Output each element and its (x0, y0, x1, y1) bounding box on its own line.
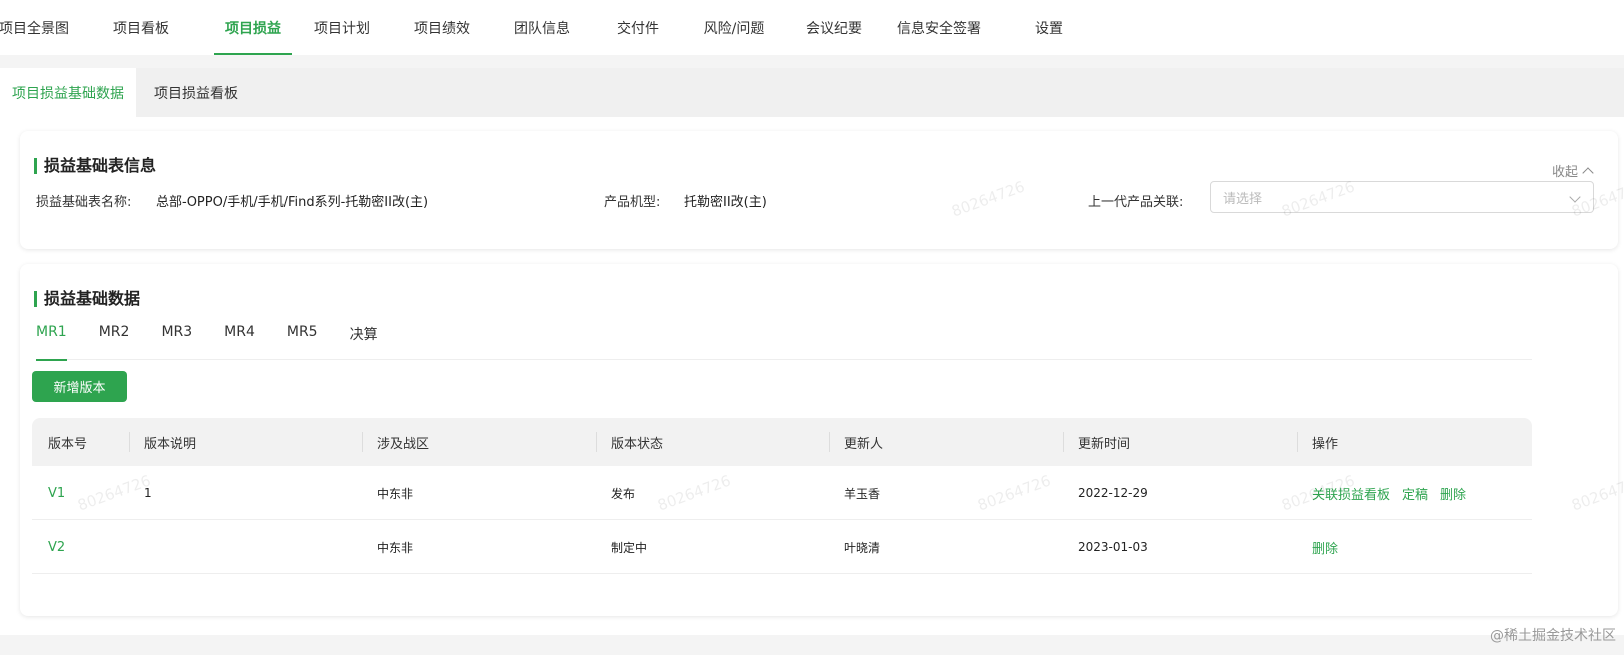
column-divider (829, 432, 830, 452)
mr-tabs: MR1 MR2 MR3 MR4 MR5 决算 (36, 320, 1532, 361)
nav-item-security[interactable]: 信息安全签署 (884, 0, 994, 55)
sub-tabs: 项目损益基础数据 项目损益看板 (0, 68, 1624, 117)
nav-item-overview[interactable]: 项目全景图 (0, 0, 69, 55)
chevron-down-icon (1569, 191, 1581, 203)
nav-item-profit-loss[interactable]: 项目损益 (214, 0, 292, 55)
chevron-up-icon (1582, 166, 1594, 179)
product-model-value: 托勒密II改(主) (684, 195, 767, 210)
prev-product-label: 上一代产品关联: (1088, 195, 1184, 210)
link-dashboard-link[interactable]: 关联损益看板 (1312, 484, 1390, 503)
column-divider (362, 432, 363, 452)
updater-cell: 羊玉香 (844, 486, 881, 501)
add-version-button[interactable]: 新增版本 (32, 371, 127, 402)
updater-cell: 叶晓清 (844, 540, 881, 555)
nav-item-team[interactable]: 团队信息 (492, 0, 592, 55)
column-divider (1063, 432, 1064, 452)
product-model-label: 产品机型: (604, 195, 661, 210)
col-actions: 操作 (1312, 436, 1339, 452)
delete-link[interactable]: 删除 (1312, 538, 1338, 557)
data-card: 损益基础数据 MR1 MR2 MR3 MR4 MR5 决算 新增版本 版本号 版… (20, 264, 1618, 616)
col-update-time: 更新时间 (1078, 436, 1131, 452)
subtab-basic-data[interactable]: 项目损益基础数据 (0, 68, 136, 117)
column-divider (1297, 432, 1298, 452)
top-navigation: 项目全景图 项目看板 项目损益 项目计划 项目绩效 团队信息 交付件 风险/问题… (0, 0, 1624, 55)
table-header: 版本号 版本说明 涉及战区 版本状态 更新人 更新时间 操作 (32, 418, 1532, 466)
version-link[interactable]: V2 (48, 520, 65, 574)
column-divider (596, 432, 597, 452)
column-divider (129, 432, 130, 452)
status-cell: 制定中 (611, 540, 648, 555)
info-card-title: 损益基础表信息 (34, 157, 156, 175)
nav-item-meetings[interactable]: 会议纪要 (784, 0, 884, 55)
nav-item-settings[interactable]: 设置 (994, 0, 1104, 55)
footer-credit: @稀土掘金技术社区 (1490, 628, 1616, 644)
collapse-label: 收起 (1551, 165, 1578, 180)
version-description: 1 (144, 486, 152, 500)
table-name-value: 总部-OPPO/手机/手机/Find系列-托勒密II改(主) (156, 195, 429, 210)
version-link[interactable]: V1 (48, 466, 65, 520)
actions-cell: 删除 (1312, 520, 1338, 574)
info-card: 损益基础表信息 收起 损益基础表名称: 总部-OPPO/手机/手机/Find系列… (20, 131, 1618, 249)
nav-item-performance[interactable]: 项目绩效 (392, 0, 492, 55)
col-region: 涉及战区 (377, 436, 430, 452)
status-cell: 发布 (611, 486, 636, 501)
update-time-cell: 2023-01-03 (1078, 540, 1148, 554)
nav-item-plan[interactable]: 项目计划 (292, 0, 392, 55)
actions-cell: 关联损益看板 定稿 删除 (1312, 466, 1466, 520)
prev-product-placeholder: 请选择 (1223, 191, 1263, 207)
region-cell: 中东非 (377, 486, 414, 501)
tab-mr5[interactable]: MR5 (287, 320, 318, 360)
tab-mr3[interactable]: MR3 (161, 320, 192, 360)
update-time-cell: 2022-12-29 (1078, 486, 1148, 500)
tab-mr2[interactable]: MR2 (99, 320, 130, 360)
col-updater: 更新人 (844, 436, 884, 452)
tab-mr4[interactable]: MR4 (224, 320, 255, 360)
prev-product-select[interactable]: 请选择 (1210, 181, 1594, 213)
data-card-title: 损益基础数据 (34, 290, 140, 308)
versions-table: 版本号 版本说明 涉及战区 版本状态 更新人 更新时间 操作 V1 1 中东非 … (32, 418, 1532, 574)
finalize-link[interactable]: 定稿 (1402, 484, 1428, 503)
nav-item-board[interactable]: 项目看板 (68, 0, 214, 55)
nav-item-deliverables[interactable]: 交付件 (592, 0, 684, 55)
tab-mr1[interactable]: MR1 (36, 320, 67, 361)
nav-item-risks[interactable]: 风险/问题 (684, 0, 784, 55)
table-name-label: 损益基础表名称: (36, 195, 132, 210)
table-row: V1 1 中东非 发布 羊玉香 2022-12-29 关联损益看板 定稿 删除 (32, 466, 1532, 520)
collapse-button[interactable]: 收起 (1551, 161, 1594, 180)
col-status: 版本状态 (611, 436, 664, 452)
region-cell: 中东非 (377, 540, 414, 555)
col-version: 版本号 (48, 436, 88, 452)
delete-link[interactable]: 删除 (1440, 484, 1466, 503)
col-description: 版本说明 (144, 436, 197, 452)
tab-final-account[interactable]: 决算 (350, 320, 378, 360)
subtab-dashboard[interactable]: 项目损益看板 (136, 68, 256, 117)
table-row: V2 中东非 制定中 叶晓清 2023-01-03 删除 (32, 520, 1532, 574)
